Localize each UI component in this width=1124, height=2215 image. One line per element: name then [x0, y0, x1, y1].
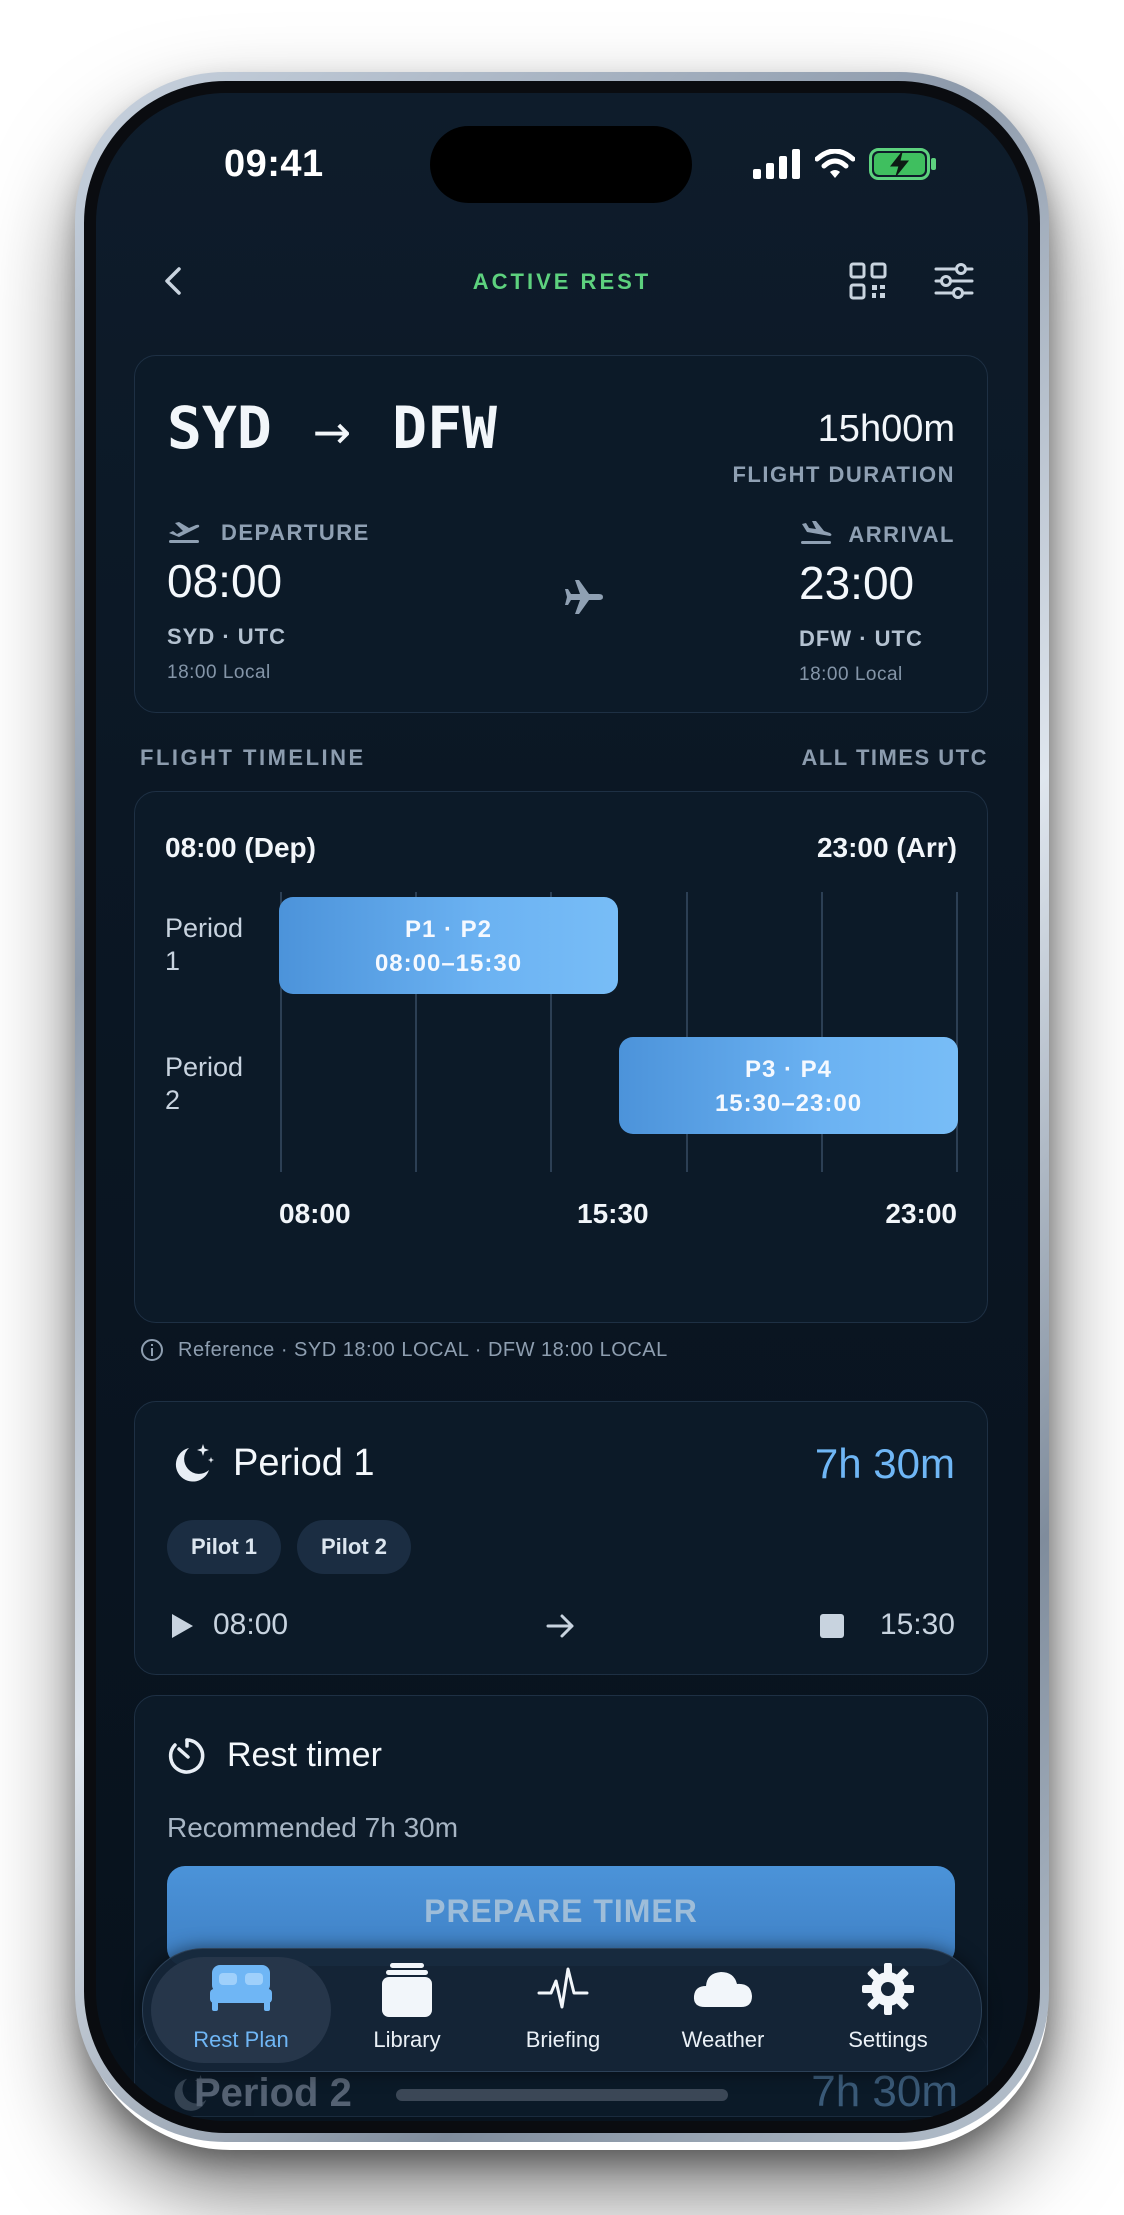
pilot-chip[interactable]: Pilot 2	[297, 1520, 412, 1574]
tab-weather[interactable]: Weather	[643, 1949, 803, 2071]
library-icon	[382, 1963, 432, 2017]
period-1-title: Period 1	[233, 1442, 375, 1484]
rest-timer-recommended: Recommended 7h 30m	[167, 1812, 459, 1843]
qr-code-button[interactable]	[849, 262, 887, 305]
timer-icon	[168, 1738, 205, 1774]
destination-code: DFW	[392, 394, 497, 462]
filters-button[interactable]	[934, 262, 974, 305]
timeline-section-note: ALL TIMES UTC	[801, 745, 988, 770]
timeline-card: 08:00 (Dep) 23:00 (Arr) Period 1 Period …	[134, 791, 988, 1323]
route-card: SYD → DFW 15h00m FLIGHT DURATION DEPARTU…	[134, 355, 988, 713]
timeline-tick-label: 08:00	[279, 1198, 351, 1229]
flight-duration-label: FLIGHT DURATION	[732, 462, 955, 487]
landing-icon	[801, 521, 832, 544]
tab-label: Briefing	[525, 2027, 601, 2052]
timeline-start-label: 08:00 (Dep)	[165, 832, 316, 863]
route-title: SYD → DFW	[167, 394, 497, 462]
timeline-row-label: Period 2	[165, 1052, 244, 1115]
timeline-row-label: Period 1	[165, 913, 244, 976]
gear-icon	[862, 1963, 914, 2015]
period-1-card[interactable]: Period 1 7h 30m Pilot 1 Pilot 2 08:00 15…	[134, 1401, 988, 1675]
tab-label: Weather	[681, 2027, 765, 2052]
takeoff-icon	[169, 522, 200, 543]
arrow-right-icon	[546, 1614, 574, 1638]
tab-settings[interactable]: Settings	[803, 1949, 973, 2071]
wifi-icon	[815, 149, 855, 178]
origin-code: SYD	[167, 394, 272, 462]
home-indicator[interactable]	[396, 2089, 728, 2101]
rest-timer-title: Rest timer	[227, 1736, 382, 1774]
departure-code: SYD · UTC	[167, 624, 286, 649]
tab-label: Library	[373, 2027, 441, 2052]
tab-briefing[interactable]: Briefing	[483, 1949, 643, 2071]
qr-code-icon	[849, 262, 887, 300]
grid-line	[956, 892, 958, 1172]
period-1-duration: 7h 30m	[814, 1440, 955, 1487]
timeline-section-title: FLIGHT TIMELINE	[140, 745, 366, 770]
sliders-icon	[934, 263, 974, 299]
departure-time: 08:00	[167, 555, 283, 607]
pilot-chip[interactable]: Pilot 1	[167, 1520, 282, 1574]
period-2-duration: 7h 30m	[811, 2067, 958, 2116]
departure-label: DEPARTURE	[221, 520, 370, 545]
cloud-icon	[693, 1972, 752, 2007]
arrival-code: DFW · UTC	[799, 626, 923, 651]
status-icons	[753, 148, 937, 180]
reference-text: Reference · SYD 18:00 LOCAL · DFW 18:00 …	[178, 1338, 668, 1361]
dynamic-island	[430, 126, 692, 203]
timeline-bar-period-2[interactable]: P3 · P4 15:30–23:00	[619, 1037, 958, 1134]
tab-label: Settings	[848, 2027, 928, 2052]
info-icon	[141, 1339, 163, 1361]
timeline-reference: Reference · SYD 18:00 LOCAL · DFW 18:00 …	[140, 1338, 668, 1362]
status-time: 09:41	[224, 143, 324, 185]
signal-icon	[753, 149, 800, 179]
arrival-label: ARRIVAL	[848, 522, 955, 547]
stop-icon	[820, 1614, 844, 1638]
app-screen: 09:41 ACTIVE REST SYD → DFW 15h00m FLIGH…	[96, 93, 1028, 2121]
timeline-end-label: 23:00 (Arr)	[816, 832, 957, 863]
bed-icon	[210, 1965, 272, 2011]
tab-rest-plan[interactable]: Rest Plan	[151, 1949, 331, 2071]
moon-stars-icon	[175, 1444, 214, 1482]
page-title: ACTIVE REST	[472, 269, 652, 294]
departure-local: 18:00 Local	[167, 662, 271, 683]
battery-charging-icon	[869, 148, 936, 180]
arrival-time: 23:00	[799, 557, 915, 609]
play-icon	[172, 1614, 193, 1638]
flight-duration: 15h00m	[817, 408, 955, 450]
airplane-icon	[565, 580, 603, 614]
period-1-start: 08:00	[213, 1608, 289, 1641]
tab-library[interactable]: Library	[331, 1949, 483, 2071]
timeline-bar-period-1[interactable]: P1 · P2 08:00–15:30	[279, 897, 618, 994]
arrival-local: 18:00 Local	[799, 664, 903, 685]
period-1-end: 15:30	[879, 1608, 955, 1641]
timeline-tick-label: 23:00	[885, 1198, 957, 1229]
timeline-tick-label: 15:30	[577, 1198, 649, 1229]
period-2-title: Period 2	[194, 2071, 352, 2115]
tab-bar: Rest Plan Library Briefing Weather Setti…	[142, 1948, 982, 2072]
pulse-icon	[537, 1967, 589, 2009]
route-arrow-icon: →	[312, 405, 352, 459]
tab-label: Rest Plan	[193, 2027, 289, 2052]
